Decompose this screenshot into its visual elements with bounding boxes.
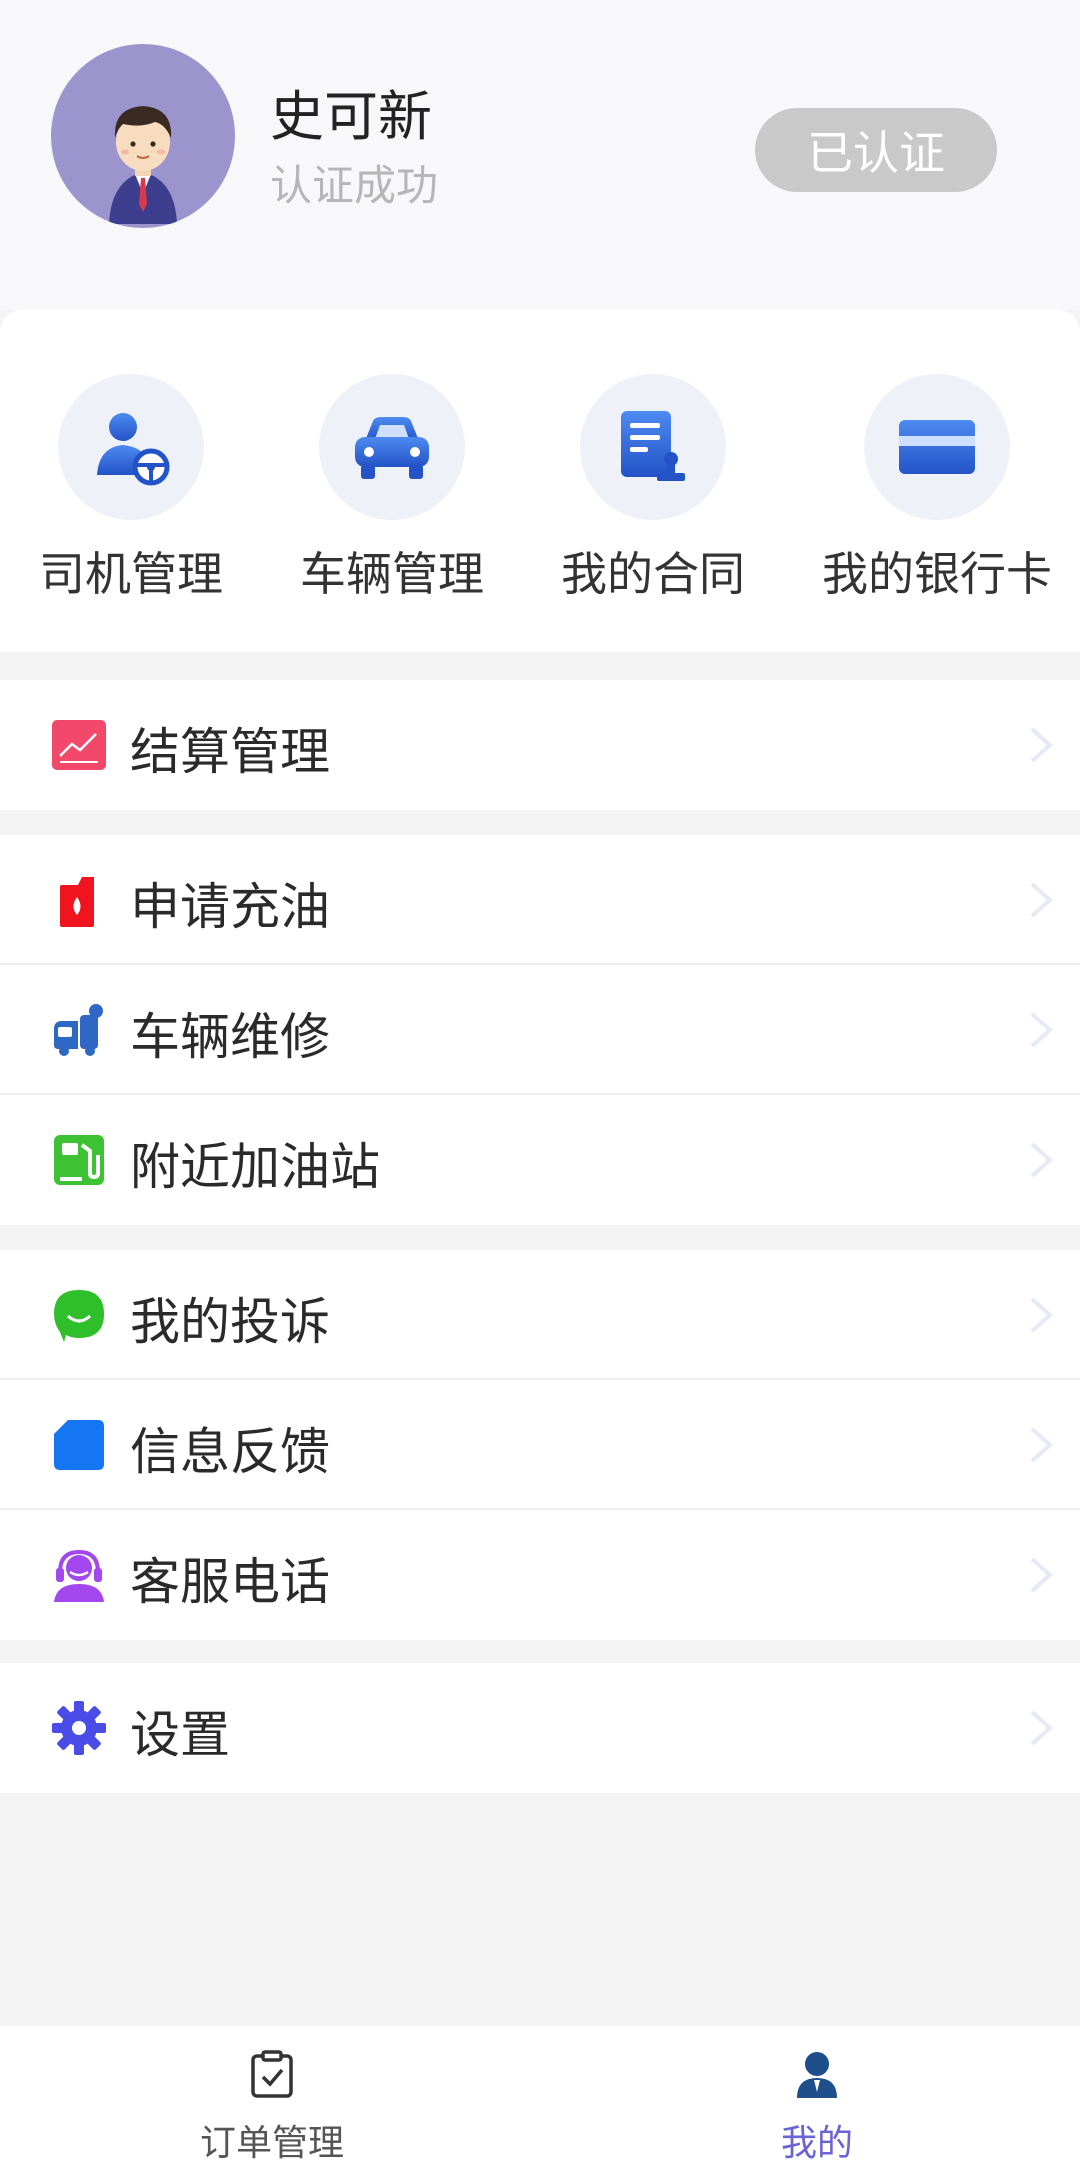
- clipboard-check-icon: [251, 2050, 293, 2098]
- feedback-doc-icon: [54, 1420, 104, 1470]
- contract-icon: [580, 374, 726, 520]
- verified-badge[interactable]: 已认证: [755, 108, 997, 192]
- menu-item-feedback[interactable]: 信息反馈: [0, 1380, 1080, 1510]
- bank-card-icon: [864, 374, 1010, 520]
- nav-tab-mine[interactable]: 我的: [667, 2026, 967, 2160]
- nav-label: 订单管理: [199, 2123, 344, 2160]
- chevron-right-icon: [1030, 882, 1054, 918]
- quick-action-vehicle-management[interactable]: 车辆管理: [277, 310, 507, 652]
- nav-tab-orders[interactable]: 订单管理: [122, 2026, 422, 2160]
- menu-item-settlement[interactable]: 结算管理: [0, 680, 1080, 810]
- menu-item-nearby-gas-station[interactable]: 附近加油站: [0, 1095, 1080, 1225]
- menu-item-label: 结算管理: [130, 723, 330, 781]
- quick-action-driver-management[interactable]: 司机管理: [16, 310, 246, 652]
- menu-item-label: 信息反馈: [130, 1423, 330, 1481]
- quick-action-label: 车辆管理: [300, 547, 484, 601]
- quick-action-label: 司机管理: [39, 547, 223, 601]
- menu-group-settings: 设置: [0, 1663, 1080, 1793]
- menu-group-vehicle-services: 申请充油 车辆维修 附近加油站: [0, 835, 1080, 1225]
- menu-item-label: 客服电话: [130, 1553, 330, 1611]
- car-icon: [319, 374, 465, 520]
- menu-item-my-complaints[interactable]: 我的投诉: [0, 1250, 1080, 1380]
- menu-group-settlement: 结算管理: [0, 680, 1080, 810]
- menu-item-vehicle-repair[interactable]: 车辆维修: [0, 965, 1080, 1095]
- chevron-right-icon: [1030, 1297, 1054, 1333]
- quick-action-label: 我的合同: [561, 547, 745, 601]
- nav-label: 我的: [780, 2123, 853, 2160]
- fuel-can-icon: [60, 877, 94, 927]
- gas-station-icon: [54, 1135, 104, 1185]
- menu-item-refuel[interactable]: 申请充油: [0, 835, 1080, 965]
- quick-actions-card: 司机管理 车辆管理 我的合同 我的银行卡: [0, 310, 1080, 652]
- quick-action-label: 我的银行卡: [822, 547, 1052, 601]
- menu-item-label: 我的投诉: [130, 1293, 330, 1351]
- person-icon: [797, 2052, 837, 2098]
- repair-truck-icon: [54, 1004, 103, 1056]
- gear-icon: [52, 1701, 106, 1755]
- headset-icon: [54, 1549, 104, 1602]
- menu-item-label: 设置: [130, 1706, 230, 1764]
- menu-group-support: 我的投诉 信息反馈 客服电话: [0, 1250, 1080, 1640]
- user-name: 史可新: [270, 85, 432, 148]
- chat-bubble-icon: [54, 1290, 104, 1342]
- menu-item-settings[interactable]: 设置: [0, 1663, 1080, 1793]
- chevron-right-icon: [1030, 1012, 1054, 1048]
- menu-item-label: 车辆维修: [130, 1008, 330, 1066]
- verification-status: 认证成功: [270, 161, 439, 210]
- bottom-navigation: 订单管理 我的: [0, 2026, 1080, 2160]
- menu-item-label: 附近加油站: [130, 1138, 380, 1196]
- menu-item-label: 申请充油: [130, 878, 330, 936]
- quick-action-my-contract[interactable]: 我的合同: [538, 310, 768, 652]
- chevron-right-icon: [1030, 1427, 1054, 1463]
- user-avatar-icon[interactable]: [51, 44, 235, 228]
- settlement-chart-icon: [52, 720, 106, 770]
- quick-action-my-bank-card[interactable]: 我的银行卡: [822, 310, 1052, 652]
- chevron-right-icon: [1030, 727, 1054, 763]
- chevron-right-icon: [1030, 1142, 1054, 1178]
- menu-item-service-phone[interactable]: 客服电话: [0, 1510, 1080, 1640]
- driver-icon: [58, 374, 204, 520]
- chevron-right-icon: [1030, 1710, 1054, 1746]
- profile-header: 史可新 认证成功 已认证: [0, 0, 1080, 310]
- chevron-right-icon: [1030, 1557, 1054, 1593]
